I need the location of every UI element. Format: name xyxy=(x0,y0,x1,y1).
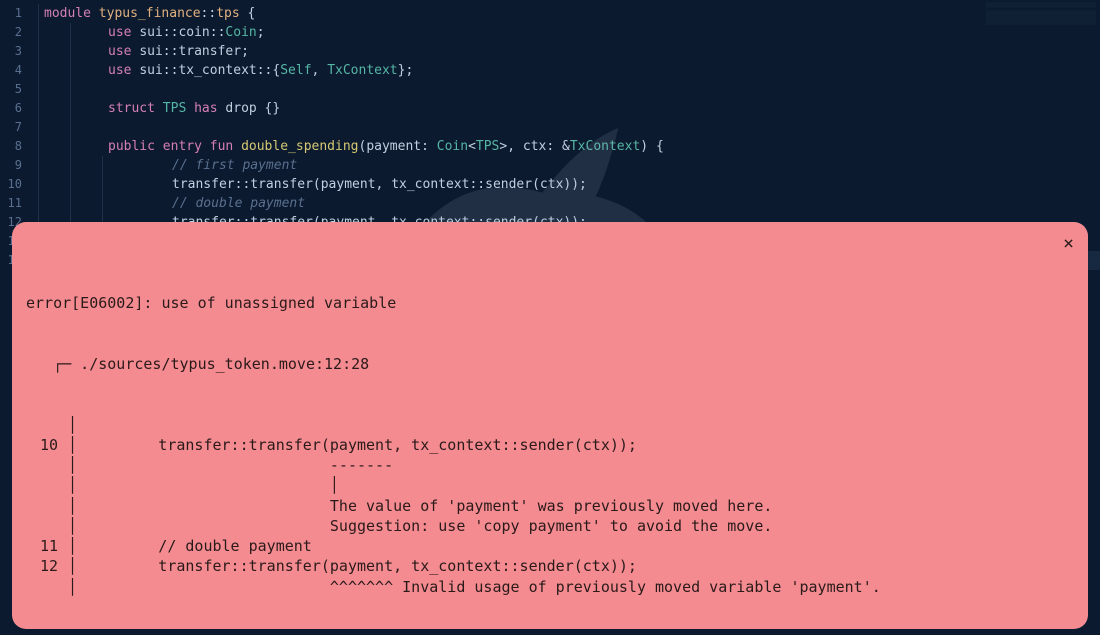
error-line: │ Suggestion: use 'copy payment' to avoi… xyxy=(26,516,1074,536)
error-panel: × error[E06002]: use of unassigned varia… xyxy=(12,222,1088,629)
line-number: 3 xyxy=(0,42,22,61)
error-header: error[E06002]: use of unassigned variabl… xyxy=(26,293,1074,313)
code-line[interactable]: transfer::transfer(payment, tx_context::… xyxy=(30,175,1100,194)
code-line[interactable]: public entry fun double_spending(payment… xyxy=(30,137,1100,156)
error-line: │ The value of 'payment' was previously … xyxy=(26,496,1074,516)
code-line[interactable]: // double payment xyxy=(30,194,1100,213)
error-line: 12│ transfer::transfer(payment, tx_conte… xyxy=(26,556,1074,576)
line-number: 1 xyxy=(0,4,22,23)
error-body: │10│ transfer::transfer(payment, tx_cont… xyxy=(26,415,1074,597)
error-line: │ ^^^^^^^ Invalid usage of previously mo… xyxy=(26,577,1074,597)
line-number: 9 xyxy=(0,156,22,175)
error-line: │ ------- xyxy=(26,455,1074,475)
code-line[interactable]: struct TPS has drop {} xyxy=(30,99,1100,118)
error-file-location: ┌─ ./sources/typus_token.move:12:28 xyxy=(26,354,1074,374)
line-number: 7 xyxy=(0,118,22,137)
code-line[interactable]: // first payment xyxy=(30,156,1100,175)
line-number: 5 xyxy=(0,80,22,99)
error-line: │ │ xyxy=(26,475,1074,495)
error-line: 10│ transfer::transfer(payment, tx_conte… xyxy=(26,435,1074,455)
minimap[interactable] xyxy=(986,2,1096,48)
error-line: │ xyxy=(26,415,1074,435)
close-icon[interactable]: × xyxy=(1063,232,1074,256)
code-line[interactable] xyxy=(30,118,1100,137)
line-number: 6 xyxy=(0,99,22,118)
line-number: 2 xyxy=(0,23,22,42)
code-line[interactable] xyxy=(30,80,1100,99)
error-line: 11│ // double payment xyxy=(26,536,1074,556)
code-line[interactable]: module typus_finance::tps { xyxy=(30,4,1100,23)
line-number: 4 xyxy=(0,61,22,80)
code-line[interactable]: use sui::coin::Coin; xyxy=(30,23,1100,42)
line-number: 11 xyxy=(0,194,22,213)
code-line[interactable]: use sui::transfer; xyxy=(30,42,1100,61)
line-number: 8 xyxy=(0,137,22,156)
line-number: 10 xyxy=(0,175,22,194)
code-line[interactable]: use sui::tx_context::{Self, TxContext}; xyxy=(30,61,1100,80)
